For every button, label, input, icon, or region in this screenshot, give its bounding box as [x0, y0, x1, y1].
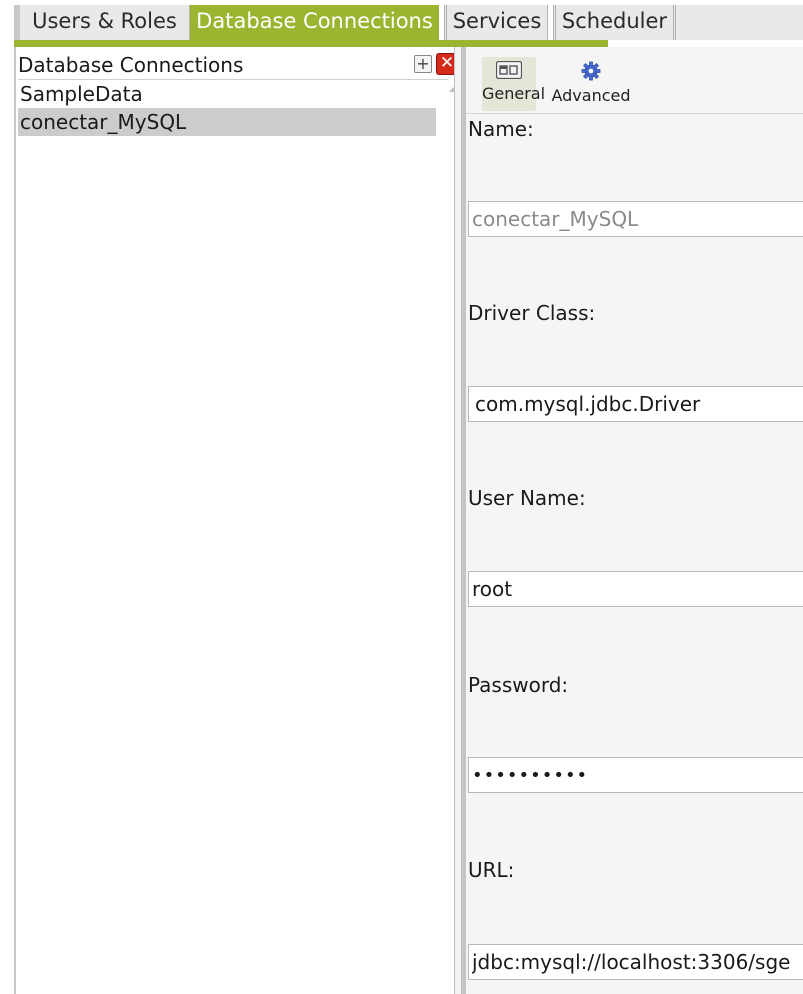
password-field[interactable] — [468, 757, 803, 793]
name-label: Name: — [468, 117, 534, 141]
connection-list: SampleData conectar_MySQL — [18, 80, 436, 136]
advanced-tab-label: Advanced — [551, 86, 631, 105]
driver-class-label: Driver Class: — [468, 301, 596, 325]
advanced-tab-button[interactable]: Advanced — [548, 57, 634, 111]
user-name-label: User Name: — [468, 486, 586, 510]
connection-details-panel: General Advanced Name: conectar_MySQL Dr… — [462, 47, 803, 994]
connections-panel-title: Database Connections — [18, 53, 244, 77]
gear-icon — [581, 61, 601, 81]
url-field[interactable] — [468, 944, 803, 980]
panel-splitter[interactable] — [454, 47, 462, 994]
driver-class-field[interactable] — [468, 386, 803, 422]
name-field[interactable] — [468, 201, 803, 237]
tab-bar: Users & Roles Database Connections Servi… — [0, 0, 803, 47]
user-name-field[interactable] — [468, 571, 803, 607]
add-connection-button[interactable]: + — [414, 55, 432, 73]
tab-bar-underline — [14, 40, 608, 47]
tab-services[interactable]: Services — [444, 5, 548, 40]
toolbar-divider — [466, 113, 803, 114]
general-tab-button[interactable]: General — [482, 57, 546, 111]
connections-panel: Database Connections + ✕ SampleData cone… — [14, 47, 462, 994]
connection-item-sampledata[interactable]: SampleData — [18, 80, 436, 108]
plus-icon: + — [416, 54, 430, 73]
tab-bar-filler — [676, 5, 803, 40]
general-tab-label: General — [482, 84, 546, 103]
close-icon: ✕ — [439, 53, 455, 73]
general-settings-icon — [496, 61, 522, 79]
connections-panel-header: Database Connections + ✕ — [18, 51, 458, 80]
url-label: URL: — [468, 858, 515, 882]
tab-scheduler[interactable]: Scheduler — [553, 5, 676, 40]
app-window: Users & Roles Database Connections Servi… — [0, 0, 803, 994]
password-label: Password: — [468, 673, 569, 697]
tab-users-roles[interactable]: Users & Roles — [14, 5, 190, 40]
connection-item-conectar-mysql[interactable]: conectar_MySQL — [18, 108, 436, 136]
